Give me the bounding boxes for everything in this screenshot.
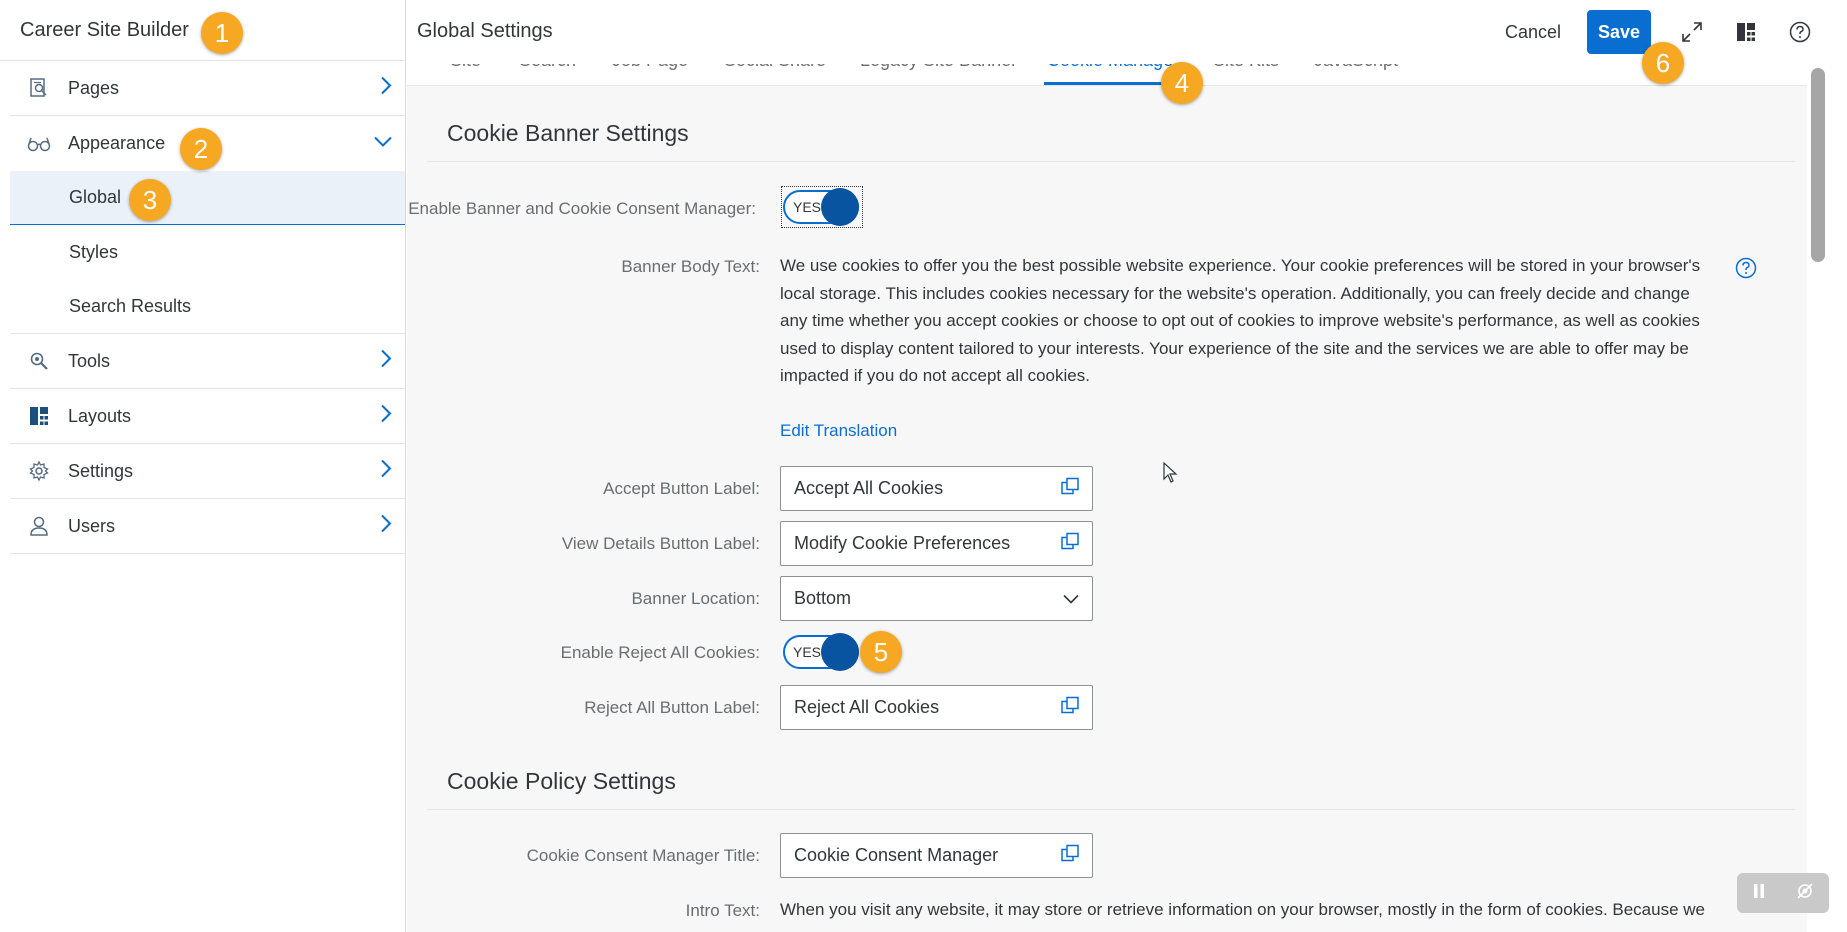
help-icon[interactable] [1773,10,1827,54]
intro-text[interactable]: When you visit any website, it may store… [780,896,1720,924]
settings-content: Cookie Banner Settings Enable Banner and… [407,86,1807,932]
translation-icon[interactable] [1060,476,1080,501]
step-badge-5: 5 [860,631,902,673]
app-title: Career Site Builder [20,18,189,41]
mouse-cursor-icon [1162,461,1178,489]
chevron-right-icon [379,514,393,539]
sidebar-subitem-search-results[interactable]: Search Results [10,279,405,333]
pause-icon[interactable] [1752,882,1766,905]
select-value: Bottom [794,588,852,608]
layout-icon [10,406,68,426]
toggle-knob [821,633,859,671]
step-badge-3: 3 [129,179,171,221]
step-badge-4: 4 [1161,62,1203,104]
sidebar-item-label: Settings [68,460,134,481]
top-bar: Global Settings Cancel Save [407,0,1847,64]
reject-button-label: Reject All Button Label: [584,698,760,717]
reject-button-input[interactable]: Reject All Cookies [780,685,1093,730]
sidebar-item-label: Layouts [68,405,132,426]
camera-off-icon[interactable] [1795,881,1815,906]
intro-text-label: Intro Text: [685,901,760,920]
field-value: Modify Cookie Preferences [794,533,1011,553]
banner-location-select[interactable]: Bottom [780,576,1093,621]
section-title-cookie-policy: Cookie Policy Settings [447,768,676,794]
accept-button-input[interactable]: Accept All Cookies [780,466,1093,511]
sidebar-item-label: Tools [68,350,111,371]
toggle-text: YES [793,644,822,660]
banner-location-label: Banner Location: [631,589,760,608]
chevron-down-icon [373,134,393,153]
sidebar-item-label: Appearance [68,133,166,153]
page-search-icon [10,77,68,99]
chevron-right-icon [379,349,393,374]
appearance-submenu: Global Styles Search Results [10,171,405,334]
gear-icon [10,460,68,482]
toggle-text: YES [793,199,822,215]
step-badge-6: 6 [1642,42,1684,84]
enable-banner-toggle[interactable]: YES [783,188,859,226]
sidebar-item-layouts[interactable]: Layouts [10,389,405,444]
user-icon [10,515,68,537]
toggle-knob [821,188,859,226]
sidebar-item-settings[interactable]: Settings [10,444,405,499]
section-divider [427,161,1795,162]
sidebar-subitem-styles[interactable]: Styles [10,225,405,279]
edit-translation-link[interactable]: Edit Translation [780,421,897,441]
sidebar-subitem-global[interactable]: Global [10,171,405,225]
player-controls [1737,873,1829,913]
help-icon[interactable] [1735,257,1757,284]
banner-body-text[interactable]: We use cookies to offer you the best pos… [780,252,1720,390]
enable-reject-toggle[interactable]: YES [783,633,859,671]
step-badge-2: 2 [180,128,222,170]
active-tab-indicator [1044,82,1180,85]
save-button[interactable]: Save [1587,10,1651,54]
view-details-button-input[interactable]: Modify Cookie Preferences [780,521,1093,566]
chevron-right-icon [379,459,393,484]
enable-banner-label: Enable Banner and Cookie Consent Manager… [408,199,756,218]
section-divider [427,809,1795,810]
scrollbar-thumb[interactable] [1811,68,1825,262]
accept-button-label: Accept Button Label: [603,479,760,498]
layout-icon[interactable] [1719,10,1773,54]
sidebar-item-label: Users [68,515,116,536]
translation-icon[interactable] [1060,695,1080,720]
manager-title-input[interactable]: Cookie Consent Manager [780,833,1093,878]
chevron-down-icon[interactable] [1062,588,1080,609]
field-value: Cookie Consent Manager [794,845,999,865]
field-value: Accept All Cookies [794,478,944,498]
tools-icon [10,350,68,372]
cancel-button[interactable]: Cancel [1489,10,1577,54]
sidebar-item-pages[interactable]: Pages [10,61,405,116]
page-title: Global Settings [417,20,553,42]
sidebar-item-users[interactable]: Users [10,499,405,554]
step-badge-1: 1 [201,12,243,54]
field-value: Reject All Cookies [794,697,940,717]
sidebar-item-label: Pages [68,77,120,98]
manager-title-label: Cookie Consent Manager Title: [526,846,760,865]
translation-icon[interactable] [1060,843,1080,868]
sidebar-item-tools[interactable]: Tools [10,334,405,389]
translation-icon[interactable] [1060,531,1080,556]
enable-reject-label: Enable Reject All Cookies: [560,643,760,662]
section-title-cookie-banner: Cookie Banner Settings [447,120,689,146]
glasses-icon [10,136,68,152]
banner-body-label: Banner Body Text: [621,257,760,276]
view-details-button-label: View Details Button Label: [561,534,760,553]
chevron-right-icon [379,404,393,429]
chevron-right-icon [379,76,393,101]
